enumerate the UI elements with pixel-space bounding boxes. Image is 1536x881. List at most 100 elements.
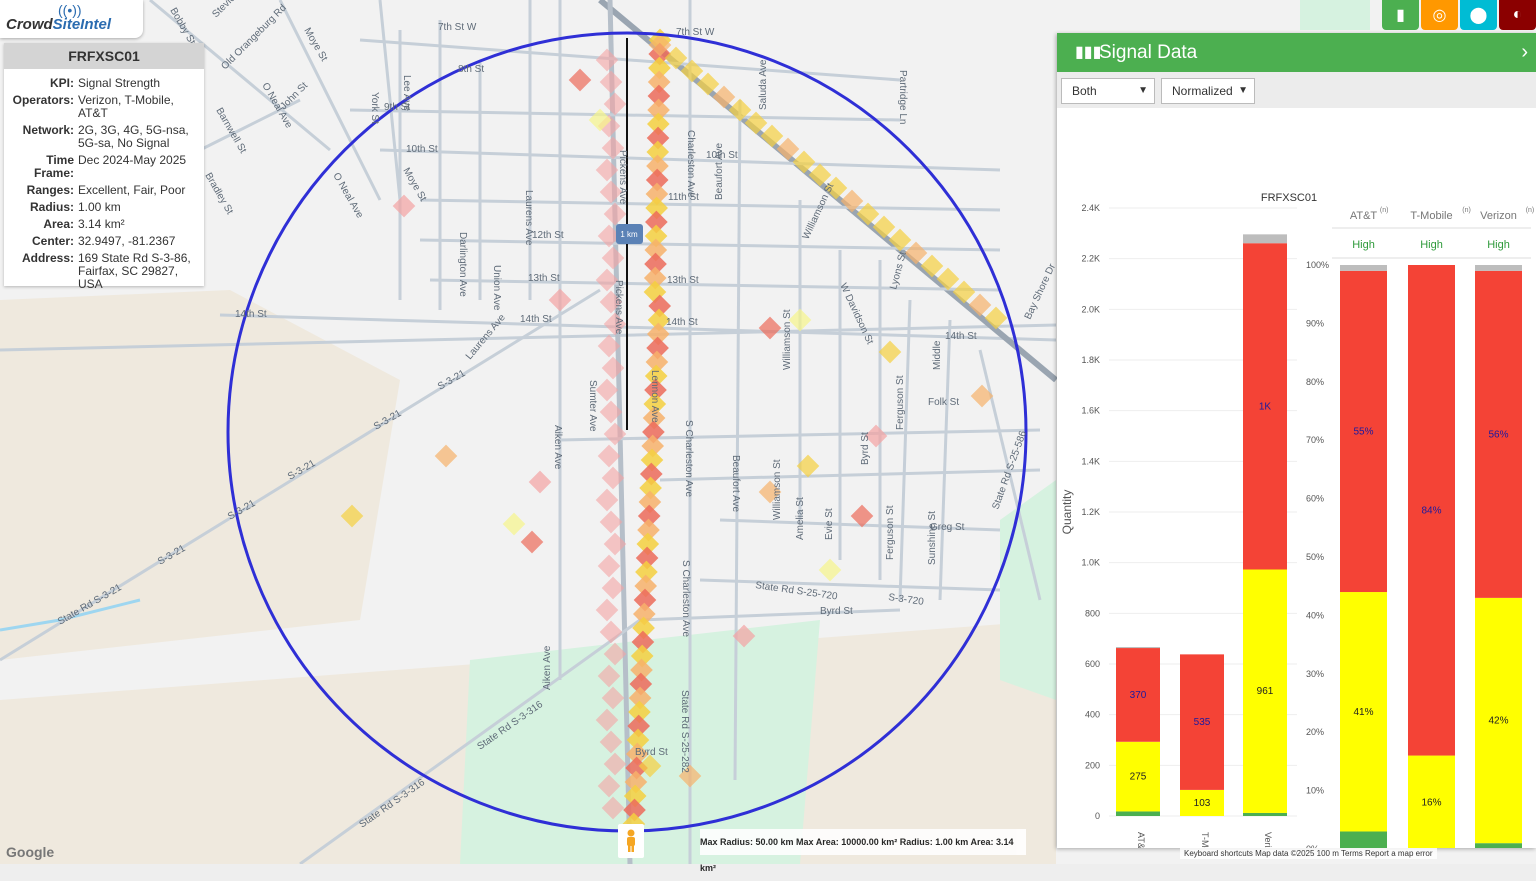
street-label: Lee Ave bbox=[401, 75, 412, 111]
info-value: 3.14 km² bbox=[78, 217, 125, 231]
bar-segment[interactable] bbox=[1340, 831, 1387, 849]
street-label: Aiken Ave bbox=[552, 425, 563, 470]
y-tick-label: 1.2K bbox=[1081, 507, 1100, 517]
data-label: 961 bbox=[1257, 686, 1274, 697]
bar-segment[interactable] bbox=[1475, 843, 1522, 849]
y-tick-label: 70% bbox=[1306, 435, 1324, 445]
bar-chart-icon[interactable]: ▮ bbox=[1382, 0, 1419, 30]
bar-segment[interactable] bbox=[1340, 265, 1387, 271]
target-icon[interactable]: ◎ bbox=[1421, 0, 1458, 30]
street-label: 12th St bbox=[532, 230, 564, 241]
bar-segment[interactable] bbox=[1243, 812, 1287, 816]
street-label: 13th St bbox=[667, 275, 699, 286]
y-tick-label: 50% bbox=[1306, 552, 1324, 562]
y-tick-label: 10% bbox=[1306, 786, 1324, 796]
signal-chart: FRFXSC01 Quantity 0 200 400 600 800 1.0K 1.2K 1.4… bbox=[1060, 192, 1535, 881]
bar-segment[interactable] bbox=[1243, 234, 1287, 244]
site-info-table: KPI: Signal Strength Operators: Verizon, T-… bbox=[4, 75, 202, 293]
operator-rating: High bbox=[1487, 239, 1510, 251]
info-value: 2G, 3G, 4G, 5G-nsa, 5G-sa, No Signal bbox=[78, 123, 189, 150]
street-label: 10th St bbox=[406, 144, 438, 155]
y-tick-label: 1.0K bbox=[1081, 558, 1100, 568]
street-label: Darlington Ave bbox=[457, 232, 468, 297]
info-key: Ranges: bbox=[26, 183, 74, 197]
street-label: 7th St W bbox=[438, 22, 477, 33]
panel-controls: Both ▼ Normalized ▼ bbox=[1057, 72, 1536, 108]
operator-rating: High bbox=[1420, 239, 1443, 251]
data-label: 370 bbox=[1130, 690, 1147, 701]
radius-ruler-label: 1 km bbox=[620, 230, 638, 239]
street-label: Sumter Ave bbox=[587, 380, 598, 432]
globe-icon[interactable]: ◐ bbox=[1499, 0, 1536, 30]
x-tick-label: Verizon (normalized) bbox=[1263, 832, 1273, 848]
street-label: Saluda Ave bbox=[758, 59, 769, 110]
info-row: Radius: 1.00 km bbox=[4, 199, 202, 216]
bar-segment[interactable] bbox=[1475, 265, 1522, 271]
chart-title: FRFXSC01 bbox=[1261, 192, 1317, 204]
pegman-icon[interactable] bbox=[618, 824, 644, 858]
street-label: 14th St bbox=[235, 309, 267, 320]
data-label: 16% bbox=[1421, 797, 1441, 808]
street-label: 14th St bbox=[945, 331, 977, 342]
operator-mode-select[interactable]: Both ▼ bbox=[1061, 78, 1155, 104]
street-label: Byrd St bbox=[860, 432, 871, 465]
street-label: Partridge Ln bbox=[897, 70, 908, 124]
info-key: KPI: bbox=[50, 76, 74, 90]
info-key: Area: bbox=[43, 217, 74, 231]
info-row: Ranges: Excellent, Fair, Poor bbox=[4, 182, 202, 199]
street-label: 14th St bbox=[520, 314, 552, 325]
info-row: Center: 32.9497, -81.2367 bbox=[4, 233, 202, 250]
data-label: 275 bbox=[1130, 772, 1147, 783]
info-row: KPI: Signal Strength bbox=[4, 75, 202, 92]
data-label: 42% bbox=[1488, 716, 1508, 727]
street-label: 14th St bbox=[666, 317, 698, 328]
info-value: Signal Strength bbox=[78, 76, 161, 90]
logo[interactable]: ((•)) CrowdSiteIntel bbox=[0, 0, 143, 38]
header-superscript: (n) bbox=[1526, 207, 1535, 214]
bar-segment[interactable] bbox=[1116, 811, 1160, 816]
radius-summary: Max Radius: 50.00 km Max Area: 10000.00 … bbox=[700, 829, 1026, 873]
info-row: Time Frame: Dec 2024-May 2025 bbox=[4, 152, 202, 182]
street-label: Byrd St bbox=[820, 606, 853, 617]
info-row: Operators: Verizon, T-Mobile, AT&T bbox=[4, 92, 202, 122]
y-tick-label: 2.4K bbox=[1081, 203, 1100, 213]
y-tick-label: 20% bbox=[1306, 727, 1324, 737]
bar-segment[interactable] bbox=[1116, 647, 1160, 649]
street-label: Williamson St bbox=[782, 309, 793, 370]
info-key: Radius: bbox=[29, 200, 74, 214]
antenna-icon: ((•)) bbox=[58, 2, 82, 18]
street-label: Evie St bbox=[824, 508, 835, 540]
info-key: Network: bbox=[22, 123, 74, 137]
map-pin-icon[interactable]: ⬤ bbox=[1460, 0, 1497, 30]
street-label: Ferguson St bbox=[895, 375, 906, 430]
data-label: 1K bbox=[1259, 401, 1272, 412]
y-tick-label: 30% bbox=[1306, 669, 1324, 679]
data-label: 41% bbox=[1353, 707, 1373, 718]
y-tick-label: 40% bbox=[1306, 610, 1324, 620]
panel-title: Signal Data bbox=[1099, 42, 1198, 63]
data-label: 535 bbox=[1194, 717, 1211, 728]
x-tick-label: T-Mobile (normalized) bbox=[1200, 832, 1210, 848]
info-value: 169 State Rd S-3-86, Fairfax, SC 29827, … bbox=[78, 251, 191, 291]
info-key: Operators: bbox=[12, 93, 74, 107]
street-label: State Rd S-25-282 bbox=[679, 690, 690, 773]
operator-header: T-Mobile bbox=[1410, 210, 1452, 222]
street-label: Beaufort Ave bbox=[730, 455, 741, 513]
info-value: Dec 2024-May 2025 bbox=[78, 153, 187, 167]
bar-chart-icon: ▮▮▮ bbox=[1075, 44, 1102, 61]
street-label: Aiken Ave bbox=[542, 645, 553, 690]
street-label: 7th St W bbox=[676, 27, 715, 38]
street-label: Union Ave bbox=[491, 265, 502, 311]
y-tick-label: 1.4K bbox=[1081, 456, 1100, 466]
map-attribution[interactable]: Keyboard shortcuts Map data ©2025 100 m … bbox=[1180, 848, 1437, 859]
chevron-down-icon: ▼ bbox=[1238, 85, 1248, 96]
street-label: Sunshine St bbox=[927, 511, 938, 565]
data-label: 103 bbox=[1194, 798, 1211, 809]
header-superscript: (n) bbox=[1462, 207, 1471, 214]
normalization-select[interactable]: Normalized ▼ bbox=[1161, 78, 1255, 104]
street-label: 8th St bbox=[458, 64, 484, 75]
y-tick-label: 200 bbox=[1085, 760, 1100, 770]
street-label: S Charleston Ave bbox=[683, 420, 694, 498]
operator-header: AT&T bbox=[1350, 210, 1378, 222]
chevron-right-icon[interactable]: › bbox=[1521, 33, 1528, 72]
